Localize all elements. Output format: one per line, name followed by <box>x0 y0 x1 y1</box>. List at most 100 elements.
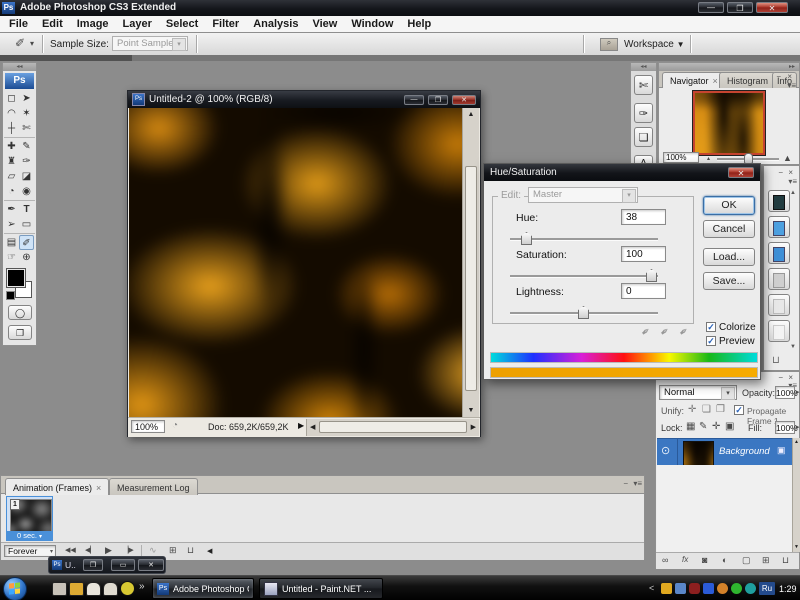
dock-icon-tool-presets[interactable]: ✄ <box>634 75 653 95</box>
workspace-button[interactable]: Workspace ▼ <box>624 39 685 50</box>
animation-menu-icon[interactable]: ▾≡ <box>633 479 642 488</box>
eyedropper-tool-icon[interactable]: ✐ <box>15 37 25 49</box>
styles-menu-icon[interactable]: ▾≡ <box>788 177 797 186</box>
layer-visibility-icon[interactable]: ⊙ <box>661 446 670 457</box>
fill-field[interactable]: 100% <box>775 421 795 434</box>
toolbox-collapse-bar[interactable]: ◂◂ <box>3 63 36 71</box>
scroll-up-icon[interactable]: ▲ <box>463 111 479 118</box>
tray-icon-5[interactable] <box>717 583 728 594</box>
minimized-restore-button[interactable]: ❐ <box>83 559 103 571</box>
document-canvas[interactable] <box>129 108 462 417</box>
tool-magic-wand[interactable]: ✶ <box>19 106 34 121</box>
unify-position-icon[interactable]: ✛ <box>688 405 696 415</box>
dock-expand-bar[interactable]: ◂◂ <box>631 63 656 71</box>
layers-scrollbar[interactable]: ▲ ▼ <box>792 438 800 552</box>
link-layers-icon[interactable]: ∞ <box>662 556 668 565</box>
first-frame-button[interactable]: ◀◀ <box>65 547 76 554</box>
tool-zoom[interactable]: ⊕ <box>19 250 34 265</box>
unify-visibility-icon[interactable]: ❏ <box>702 405 711 415</box>
tool-clone-stamp[interactable]: ♜ <box>4 154 19 169</box>
menu-file[interactable]: File <box>9 18 28 30</box>
layer-name[interactable]: Background <box>719 446 770 457</box>
tool-pen[interactable]: ✒ <box>4 202 19 217</box>
default-colors-icon[interactable] <box>6 291 15 300</box>
tray-clock[interactable]: 1:29 <box>779 584 797 594</box>
menu-select[interactable]: Select <box>166 18 198 30</box>
tool-brush[interactable]: ✎ <box>19 139 34 154</box>
dock-icon-clone-source[interactable]: ❏ <box>634 127 653 147</box>
lock-pixels-icon[interactable]: ✎ <box>699 422 707 432</box>
blend-mode-select[interactable]: Normal ▾ <box>659 385 737 400</box>
previous-frame-button[interactable]: ◀▏ <box>85 547 96 554</box>
tool-rectangular-marquee[interactable]: ◻ <box>4 91 19 106</box>
tray-icon-2[interactable] <box>675 583 686 594</box>
tab-histogram[interactable]: Histogram <box>719 72 776 88</box>
minimized-maximize-button[interactable]: ▭ <box>111 559 135 571</box>
panel-close-icon[interactable]: × <box>787 72 794 81</box>
quicklaunch-overflow-icon[interactable]: » <box>139 581 145 592</box>
new-layer-icon[interactable]: ⊞ <box>762 556 770 565</box>
styles-scroll-up-icon[interactable]: ▲ <box>790 190 796 196</box>
vertical-scrollbar[interactable]: ▲ ▼ <box>462 108 479 417</box>
document-title-bar[interactable]: Ps Untitled-2 @ 100% (RGB/8) — ❐ ✕ <box>128 91 480 108</box>
language-indicator[interactable]: Ru <box>759 582 775 595</box>
tool-hand[interactable]: ☞ <box>4 250 19 265</box>
tool-preset-arrow-icon[interactable]: ▾ <box>30 40 34 48</box>
menu-window[interactable]: Window <box>351 18 393 30</box>
tool-history-brush[interactable]: ✑ <box>19 154 34 169</box>
style-swatch-6[interactable] <box>768 320 790 342</box>
layers-list-area[interactable] <box>657 465 792 552</box>
task-button-paintnet[interactable]: Untitled - Paint.NET ... <box>259 578 383 599</box>
tray-icon-6[interactable] <box>731 583 742 594</box>
tool-healing-brush[interactable]: ✚ <box>4 139 19 154</box>
scroll-left-icon[interactable]: ◀ <box>310 424 315 431</box>
layer-row-background[interactable]: ⊙ Background ▣ <box>657 438 792 466</box>
animation-scroll-left-icon[interactable]: ◀ <box>207 548 212 555</box>
tool-eyedropper[interactable]: ✐ <box>19 235 34 250</box>
tool-path-selection[interactable]: ➢ <box>4 217 19 232</box>
blend-mode-arrow-icon[interactable]: ▾ <box>721 387 735 400</box>
new-frame-button[interactable]: ⊞ <box>169 546 177 555</box>
navigator-zoom-slider[interactable] <box>717 158 779 160</box>
menu-help[interactable]: Help <box>407 18 431 30</box>
task-button-photoshop[interactable]: Ps Adobe Photoshop C... <box>152 578 254 599</box>
tool-blur[interactable]: ◔ <box>4 184 19 199</box>
styles-scroll-down-icon[interactable]: ▼ <box>790 344 796 350</box>
styles-trash-icon[interactable]: ⊔ <box>772 356 780 366</box>
tray-chevron-icon[interactable]: < <box>649 583 654 593</box>
dock-icon-brushes[interactable]: ✑ <box>634 103 653 123</box>
minimize-button[interactable]: — <box>698 2 724 13</box>
menu-analysis[interactable]: Analysis <box>253 18 298 30</box>
tab-close-icon[interactable]: × <box>96 483 101 493</box>
panel-minimize-icon[interactable]: − <box>776 72 783 81</box>
save-button[interactable]: Save... <box>703 272 755 290</box>
tab-animation[interactable]: Animation (Frames)× <box>5 478 109 495</box>
tray-icon-3[interactable] <box>689 583 700 594</box>
style-swatch-2[interactable] <box>768 216 790 238</box>
frame-delay-select[interactable]: 0 sec. ▾ <box>7 531 52 540</box>
zoom-level-field[interactable]: 100% <box>131 420 165 433</box>
quicklaunch-icon-4[interactable] <box>103 582 118 596</box>
dialog-title-bar[interactable]: Hue/Saturation ✕ <box>484 164 760 181</box>
tool-slice[interactable]: ✄ <box>19 121 34 136</box>
tab-measurement-log[interactable]: Measurement Log <box>109 478 198 495</box>
sample-size-select[interactable]: Point Sample ▾ <box>112 36 188 51</box>
animation-minimize-icon[interactable]: − <box>623 479 630 488</box>
ok-button[interactable]: OK <box>703 196 755 215</box>
lightness-slider[interactable] <box>510 312 658 314</box>
panel-menu-icon[interactable]: ▾≡ <box>787 81 796 90</box>
tool-gradient[interactable]: ◪ <box>19 169 34 184</box>
unify-style-icon[interactable]: ❐ <box>716 405 725 415</box>
subtract-sample-eyedropper-icon[interactable]: ✒ <box>678 325 692 339</box>
vertical-scroll-thumb[interactable] <box>465 166 477 391</box>
styles-minimize-icon[interactable]: − <box>778 168 785 177</box>
cancel-button[interactable]: Cancel <box>703 220 755 238</box>
tool-notes[interactable]: ▤ <box>4 235 19 250</box>
navigator-proxy-preview[interactable] <box>693 91 765 155</box>
layer-mask-icon[interactable]: ◙ <box>702 556 707 565</box>
tray-icon-4[interactable] <box>703 583 714 594</box>
adjustment-layer-icon[interactable]: ◐ <box>722 556 727 565</box>
layers-minimize-icon[interactable]: − <box>778 373 785 382</box>
saturation-slider[interactable] <box>510 275 658 277</box>
tray-icon-7[interactable] <box>745 583 756 594</box>
